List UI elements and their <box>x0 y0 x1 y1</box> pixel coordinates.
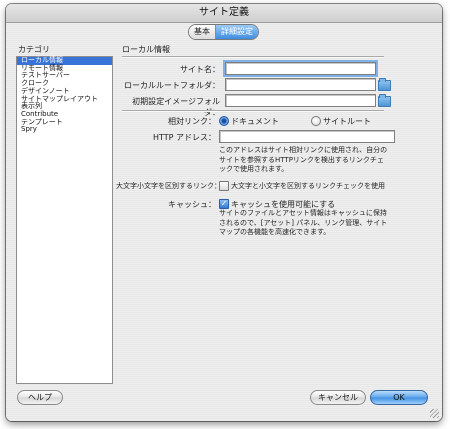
category-item-spry[interactable]: Spry <box>17 126 112 134</box>
window-title: サイト定義 <box>6 4 442 23</box>
site-definition-dialog: サイト定義 基本 詳細設定 カテゴリ ローカル情報 リモート情報 テストサーバー… <box>6 4 442 421</box>
tab-switcher: 基本 詳細設定 <box>188 24 259 40</box>
http-address-input[interactable] <box>219 130 395 143</box>
folder-icon[interactable] <box>378 94 391 107</box>
tab-basic[interactable]: 基本 <box>189 25 216 39</box>
radio-site-root-label[interactable]: サイトルート <box>323 116 371 127</box>
resize-grip-icon[interactable] <box>430 409 439 418</box>
case-sensitive-checkbox[interactable] <box>219 181 229 191</box>
site-name-label: サイト名： <box>180 65 220 74</box>
section-divider-top <box>122 56 384 58</box>
category-label: カテゴリ <box>18 45 50 54</box>
http-address-help: このアドレスはサイト相対リンクに使用され、自分のサイトを参照するHTTPリンクを… <box>219 146 388 173</box>
cache-label: キャッシュ： <box>168 200 216 209</box>
root-folder-input[interactable] <box>225 78 376 91</box>
radio-document[interactable] <box>219 116 229 126</box>
cancel-button[interactable]: キャンセル <box>310 390 366 405</box>
folder-icon[interactable] <box>378 78 391 91</box>
case-sensitive-label: 大文字小文字を区別するリンク： <box>116 182 221 190</box>
root-folder-label: ローカルルートフォルダ： <box>124 81 220 90</box>
radio-document-label[interactable]: ドキュメント <box>231 116 279 127</box>
image-folder-label: 初期設定イメージフォルダ： <box>132 97 220 117</box>
category-list[interactable]: ローカル情報 リモート情報 テストサーバー クローク デザインノート サイトマッ… <box>16 56 113 384</box>
section-divider-middle <box>122 110 384 112</box>
image-folder-input[interactable] <box>225 94 376 107</box>
case-sensitive-checkbox-label[interactable]: 大文字と小文字を区別するリンクチェックを使用 <box>231 181 385 191</box>
http-address-label: HTTP アドレス： <box>152 133 216 142</box>
site-name-input[interactable] <box>225 62 376 75</box>
section-title: ローカル情報 <box>122 45 170 54</box>
radio-site-root[interactable] <box>311 116 321 126</box>
ok-button[interactable]: OK <box>370 390 428 405</box>
cache-help: サイトのファイルとアセット情報はキャッシュに保持されるので、[アセット] パネル… <box>219 209 388 236</box>
tab-advanced[interactable]: 詳細設定 <box>216 25 258 39</box>
links-relative-label: 相対リンク： <box>168 117 216 126</box>
help-button[interactable]: ヘルプ <box>17 390 63 405</box>
cache-checkbox[interactable]: ✓ <box>219 199 229 209</box>
